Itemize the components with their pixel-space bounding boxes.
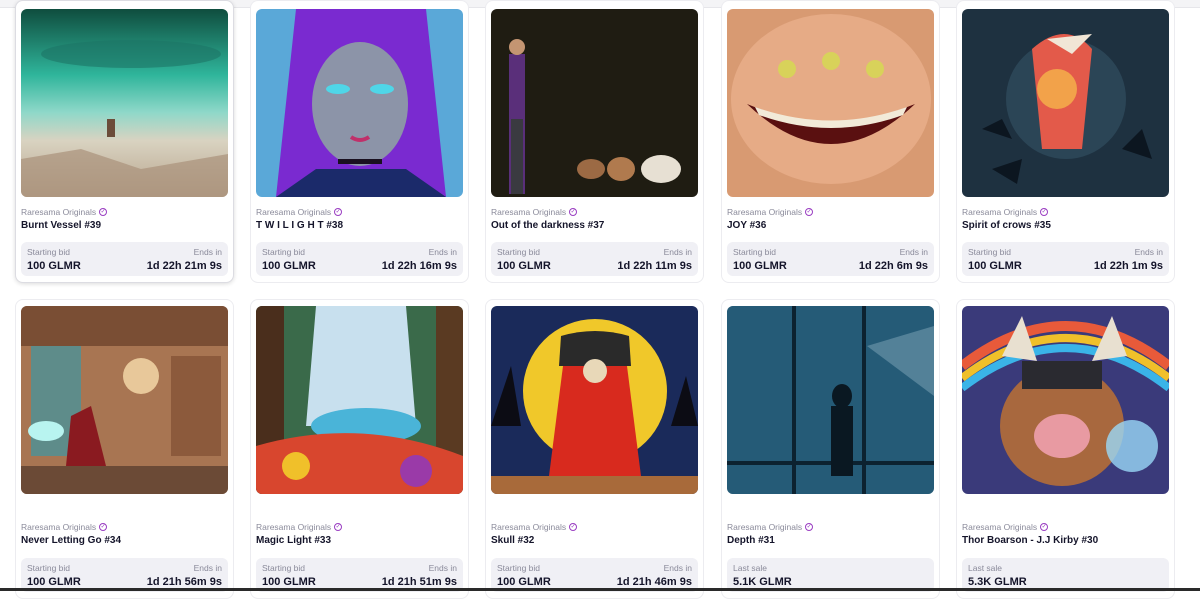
starting-bid-value: 100 GLMR	[262, 260, 316, 272]
verified-icon: ✓	[569, 523, 578, 531]
nft-grid: Raresama Originals ✓ Burnt Vessel #39 Sta…	[0, 0, 1200, 599]
nft-card[interactable]: Raresama Originals ✓ Spirit of crows #35 …	[956, 0, 1175, 283]
ends-in-value: 1d 21h 56m 9s	[146, 576, 222, 588]
collection-name[interactable]: Raresama Originals ✓	[21, 207, 108, 217]
starting-bid-label: Starting bid	[968, 247, 1011, 257]
nft-title[interactable]: Thor Boarson - J.J Kirby #30	[962, 535, 1098, 546]
nft-card[interactable]: Raresama Originals ✓ Magic Light #33 Star…	[250, 299, 469, 599]
ends-in-label: Ends in	[899, 247, 928, 257]
darkness-artwork[interactable]	[491, 9, 698, 197]
ends-in-value: 1d 22h 1m 9s	[1093, 260, 1163, 272]
last-sale-label: Last sale	[968, 563, 1003, 573]
last-sale-value: 5.1K GLMR	[733, 576, 792, 588]
verified-icon: ✓	[1040, 208, 1049, 216]
ends-in-label: Ends in	[428, 247, 457, 257]
ends-in-value: 1d 22h 16m 9s	[381, 260, 457, 272]
starting-bid-label: Starting bid	[733, 247, 776, 257]
verified-icon: ✓	[334, 523, 343, 531]
magic-light-artwork[interactable]	[256, 306, 463, 494]
starting-bid-value: 100 GLMR	[27, 260, 81, 272]
verified-icon: ✓	[805, 208, 814, 216]
thor-boarson-artwork[interactable]	[962, 306, 1169, 494]
bid-panel: Starting bid 100 GLMR Ends in 1d 22h 16m…	[256, 242, 463, 276]
collection-name[interactable]: Raresama Originals ✓	[962, 207, 1049, 217]
starting-bid-label: Starting bid	[497, 563, 540, 573]
ends-in-label: Ends in	[663, 247, 692, 257]
ends-in-label: Ends in	[663, 563, 692, 573]
collection-name[interactable]: Raresama Originals ✓	[256, 207, 343, 217]
nft-title[interactable]: Magic Light #33	[256, 535, 331, 546]
nft-title[interactable]: Skull #32	[491, 535, 534, 546]
skull-artwork[interactable]	[491, 306, 698, 494]
starting-bid-value: 100 GLMR	[262, 576, 316, 588]
depth-artwork[interactable]	[727, 306, 934, 494]
starting-bid-label: Starting bid	[262, 247, 305, 257]
collection-name[interactable]: Raresama Originals ✓	[962, 522, 1049, 532]
nft-title[interactable]: JOY #36	[727, 220, 766, 231]
nft-card[interactable]: Raresama Originals ✓ T W I L I G H T #38 …	[250, 0, 469, 283]
nft-card[interactable]: Raresama Originals ✓ Out of the darkness …	[485, 0, 704, 283]
starting-bid-label: Starting bid	[262, 563, 305, 573]
collection-name[interactable]: Raresama Originals ✓	[727, 207, 814, 217]
nft-card[interactable]: Raresama Originals ✓ Never Letting Go #34…	[15, 299, 234, 599]
nft-title[interactable]: Never Letting Go #34	[21, 535, 121, 546]
collection-name[interactable]: Raresama Originals ✓	[491, 522, 578, 532]
burnt-vessel-artwork[interactable]	[21, 9, 228, 197]
nft-card[interactable]: Raresama Originals ✓ JOY #36 Starting bid…	[721, 0, 940, 283]
ends-in-label: Ends in	[1134, 247, 1163, 257]
starting-bid-value: 100 GLMR	[733, 260, 787, 272]
last-sale-label: Last sale	[733, 563, 768, 573]
verified-icon: ✓	[1040, 523, 1049, 531]
witch-shop-artwork[interactable]	[21, 306, 228, 494]
ends-in-label: Ends in	[428, 563, 457, 573]
nft-title[interactable]: T W I L I G H T #38	[256, 220, 343, 231]
verified-icon: ✓	[99, 208, 108, 216]
nft-card[interactable]: Raresama Originals ✓ Depth #31 Last sale …	[721, 299, 940, 599]
bid-panel: Starting bid 100 GLMR Ends in 1d 22h 1m …	[962, 242, 1169, 276]
collection-name[interactable]: Raresama Originals ✓	[727, 522, 814, 532]
ends-in-label: Ends in	[193, 247, 222, 257]
starting-bid-value: 100 GLMR	[968, 260, 1022, 272]
ends-in-value: 1d 22h 6m 9s	[858, 260, 928, 272]
crows-artwork[interactable]	[962, 9, 1169, 197]
verified-icon: ✓	[334, 208, 343, 216]
ends-in-value: 1d 22h 11m 9s	[617, 260, 692, 272]
nft-title[interactable]: Out of the darkness #37	[491, 220, 604, 231]
nft-title[interactable]: Burnt Vessel #39	[21, 220, 101, 231]
starting-bid-value: 100 GLMR	[27, 576, 81, 588]
nft-card[interactable]: Raresama Originals ✓ Burnt Vessel #39 Sta…	[15, 0, 234, 283]
bid-panel: Starting bid 100 GLMR Ends in 1d 22h 11m…	[491, 242, 698, 276]
bid-panel: Starting bid 100 GLMR Ends in 1d 22h 6m …	[727, 242, 934, 276]
verified-icon: ✓	[99, 523, 108, 531]
collection-name[interactable]: Raresama Originals ✓	[21, 522, 108, 532]
nft-card[interactable]: Raresama Originals ✓ Skull #32 Starting b…	[485, 299, 704, 599]
bid-panel: Last sale 5.3K GLMR	[962, 558, 1169, 592]
nft-title[interactable]: Depth #31	[727, 535, 775, 546]
starting-bid-label: Starting bid	[497, 247, 540, 257]
ends-in-value: 1d 22h 21m 9s	[146, 260, 222, 272]
bid-panel: Starting bid 100 GLMR Ends in 1d 21h 56m…	[21, 558, 228, 592]
starting-bid-value: 100 GLMR	[497, 260, 551, 272]
bid-panel: Starting bid 100 GLMR Ends in 1d 21h 51m…	[256, 558, 463, 592]
collection-name[interactable]: Raresama Originals ✓	[256, 522, 343, 532]
bid-panel: Starting bid 100 GLMR Ends in 1d 21h 46m…	[491, 558, 698, 592]
starting-bid-label: Starting bid	[27, 247, 70, 257]
ends-in-value: 1d 21h 51m 9s	[381, 576, 457, 588]
verified-icon: ✓	[805, 523, 814, 531]
starting-bid-value: 100 GLMR	[497, 576, 551, 588]
verified-icon: ✓	[569, 208, 578, 216]
bid-panel: Last sale 5.1K GLMR	[727, 558, 934, 592]
collection-name[interactable]: Raresama Originals ✓	[491, 207, 578, 217]
bid-panel: Starting bid 100 GLMR Ends in 1d 22h 21m…	[21, 242, 228, 276]
starting-bid-label: Starting bid	[27, 563, 70, 573]
last-sale-value: 5.3K GLMR	[968, 576, 1027, 588]
ends-in-value: 1d 21h 46m 9s	[616, 576, 692, 588]
ends-in-label: Ends in	[193, 563, 222, 573]
nft-title[interactable]: Spirit of crows #35	[962, 220, 1051, 231]
joy-artwork[interactable]	[727, 9, 934, 197]
twilight-artwork[interactable]	[256, 9, 463, 197]
nft-card[interactable]: Raresama Originals ✓ Thor Boarson - J.J K…	[956, 299, 1175, 599]
